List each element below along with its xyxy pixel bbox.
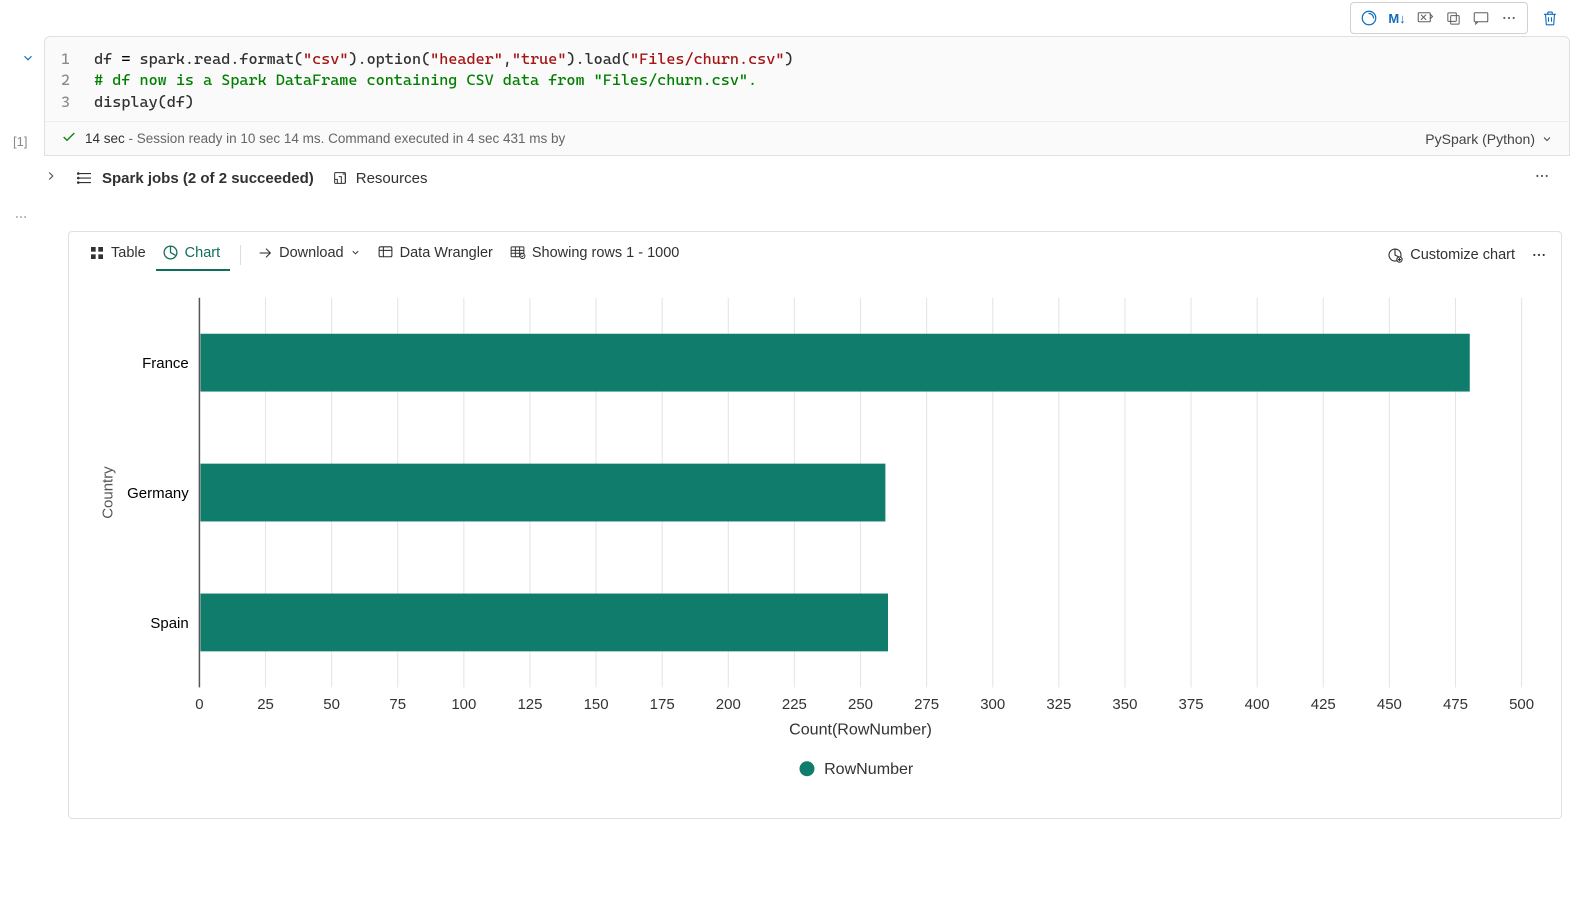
- svg-text:75: 75: [389, 696, 406, 713]
- cell-index: [1]: [13, 134, 27, 149]
- clear-output-icon[interactable]: [1411, 5, 1439, 31]
- svg-text:Spain: Spain: [150, 615, 188, 632]
- markdown-toggle-button[interactable]: M↓: [1383, 5, 1411, 31]
- svg-text:Count(RowNumber): Count(RowNumber): [789, 721, 932, 739]
- success-check-icon: [61, 129, 77, 148]
- add-comment-icon[interactable]: [1467, 5, 1495, 31]
- svg-text:25: 25: [257, 696, 274, 713]
- code-editor[interactable]: 123 df = spark.read.format("csv").option…: [45, 37, 1569, 121]
- bar-chart: France Germany Spain 0 25 50 75 100 125 150 175 200…: [87, 287, 1543, 790]
- data-wrangler-button[interactable]: Data Wrangler: [371, 238, 503, 271]
- tab-table[interactable]: Table: [83, 239, 156, 271]
- svg-text:250: 250: [848, 696, 873, 713]
- svg-text:300: 300: [980, 696, 1005, 713]
- rows-info: Showing rows 1 - 1000: [503, 238, 690, 271]
- exec-time: 14 sec: [85, 131, 125, 146]
- expand-jobs-icon[interactable]: [44, 169, 58, 187]
- svg-text:375: 375: [1179, 696, 1204, 713]
- delete-cell-icon[interactable]: [1536, 5, 1564, 31]
- collapse-cell-icon[interactable]: [21, 51, 35, 68]
- svg-text:425: 425: [1311, 696, 1336, 713]
- svg-text:200: 200: [716, 696, 741, 713]
- svg-text:400: 400: [1245, 696, 1270, 713]
- svg-text:500: 500: [1509, 696, 1534, 713]
- run-by-icon[interactable]: [1355, 5, 1383, 31]
- svg-text:Country: Country: [100, 466, 117, 519]
- exec-detail: - Session ready in 10 sec 14 ms. Command…: [129, 131, 566, 146]
- language-selector[interactable]: PySpark (Python): [1425, 131, 1553, 147]
- resources-button[interactable]: Resources: [332, 170, 428, 187]
- svg-text:150: 150: [584, 696, 609, 713]
- cell-toolbar: M↓: [8, 0, 1570, 36]
- svg-text:175: 175: [650, 696, 675, 713]
- svg-text:100: 100: [451, 696, 476, 713]
- jobs-bar: Spark jobs (2 of 2 succeeded) Resources: [8, 156, 1570, 196]
- svg-text:France: France: [142, 355, 189, 372]
- svg-text:RowNumber: RowNumber: [824, 760, 914, 778]
- jobs-more-icon[interactable]: [1534, 168, 1562, 188]
- svg-text:50: 50: [323, 696, 340, 713]
- svg-text:275: 275: [914, 696, 939, 713]
- svg-text:225: 225: [782, 696, 807, 713]
- code-cell: 123 df = spark.read.format("csv").option…: [44, 36, 1570, 156]
- chart-area: France Germany Spain 0 25 50 75 100 125 150 175 200…: [69, 271, 1561, 818]
- output-panel: Table Chart Download Data Wrangler Showi…: [68, 231, 1562, 819]
- svg-text:325: 325: [1046, 696, 1071, 713]
- svg-text:0: 0: [195, 696, 203, 713]
- cell-status-bar: [1] 14 sec - Session ready in 10 sec 14 …: [45, 121, 1569, 155]
- download-button[interactable]: Download: [251, 239, 371, 271]
- svg-text:475: 475: [1443, 696, 1468, 713]
- svg-text:125: 125: [517, 696, 542, 713]
- svg-text:Germany: Germany: [127, 485, 189, 502]
- output-more-icon[interactable]: [1531, 247, 1547, 263]
- copy-cell-icon[interactable]: [1439, 5, 1467, 31]
- tab-chart[interactable]: Chart: [156, 238, 230, 271]
- customize-chart-button[interactable]: Customize chart: [1386, 246, 1515, 264]
- svg-text:350: 350: [1112, 696, 1137, 713]
- more-cell-actions-icon[interactable]: [1495, 5, 1523, 31]
- page-more-icon[interactable]: [14, 210, 1570, 227]
- spark-jobs-button[interactable]: Spark jobs (2 of 2 succeeded): [76, 169, 314, 187]
- output-toolbar: Table Chart Download Data Wrangler Showi…: [69, 232, 1561, 271]
- svg-text:450: 450: [1377, 696, 1402, 713]
